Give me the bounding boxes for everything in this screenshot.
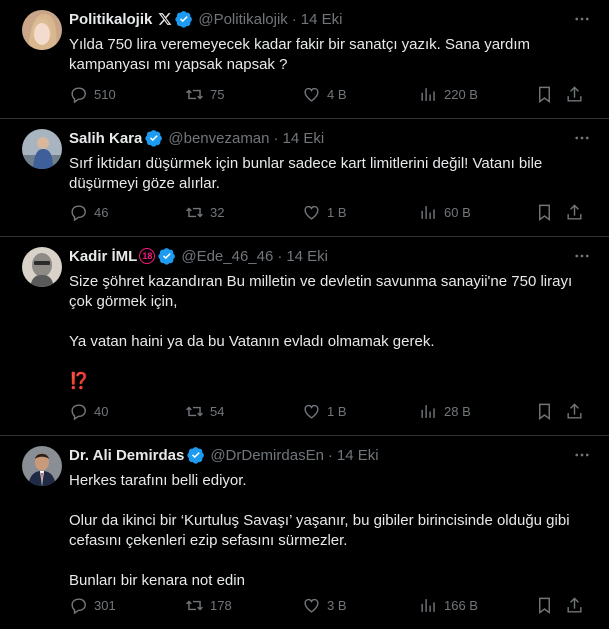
author-name[interactable]: Salih Kara: [69, 130, 142, 147]
like-icon: [304, 205, 319, 220]
views-icon: [421, 405, 435, 418]
reply-button[interactable]: 301: [69, 596, 116, 615]
like-icon: [304, 598, 319, 613]
tweet[interactable]: Dr. Ali Demirdas @DrDemirdasEn · 14 Eki …: [0, 436, 609, 629]
avatar[interactable]: [22, 247, 62, 287]
timestamp[interactable]: 14 Eki: [286, 248, 328, 265]
author-name[interactable]: Kadir İML: [69, 248, 137, 265]
tweet-actions: 40 54 1 B 28 B: [69, 402, 593, 422]
like-button[interactable]: 1 B: [302, 402, 347, 421]
tweet-text: Herkes tarafını belli ediyor. Olur da ik…: [69, 472, 570, 589]
verified-badge-icon: [158, 247, 176, 265]
more-icon[interactable]: [571, 127, 593, 149]
more-icon[interactable]: [571, 8, 593, 30]
bookmark-icon: [539, 403, 550, 421]
reply-button[interactable]: 46: [69, 203, 108, 222]
reply-icon: [71, 205, 86, 222]
reply-button[interactable]: 40: [69, 402, 108, 421]
views-button[interactable]: 166 B: [419, 596, 478, 615]
views-button[interactable]: 60 B: [419, 203, 471, 222]
repost-icon: [186, 600, 203, 611]
share-icon: [567, 403, 582, 419]
bookmark-button[interactable]: [535, 203, 560, 222]
like-button[interactable]: 1 B: [302, 203, 347, 222]
views-button[interactable]: 220 B: [419, 85, 478, 104]
tweet-text: Sırf İktidarı düşürmek için bunlar sadec…: [69, 155, 543, 192]
separator-dot: ·: [273, 129, 279, 147]
tweet[interactable]: Politikalojik @Politikalojik · 14 Eki Yı…: [0, 0, 609, 119]
share-icon: [567, 204, 582, 220]
bookmark-icon: [539, 86, 550, 104]
repost-button[interactable]: 54: [185, 402, 224, 421]
timestamp[interactable]: 14 Eki: [301, 11, 343, 28]
x-logo-icon: [155, 12, 172, 26]
repost-icon: [186, 207, 203, 218]
like-button[interactable]: 4 B: [302, 85, 347, 104]
share-icon: [567, 86, 582, 102]
verified-badge-icon: [187, 446, 205, 464]
tweet-actions: 510 75 4 B 220 B: [69, 85, 593, 105]
age-badge: 18: [139, 248, 156, 264]
repost-button[interactable]: 75: [185, 85, 224, 104]
like-button[interactable]: 3 B: [302, 596, 347, 615]
separator-dot: ·: [291, 10, 297, 28]
bookmark-icon: [539, 204, 550, 222]
views-icon: [421, 599, 435, 612]
tweet[interactable]: Salih Kara @benvezaman · 14 Eki Sırf İkt…: [0, 119, 609, 237]
share-button[interactable]: [565, 203, 590, 222]
views-icon: [421, 206, 435, 219]
repost-button[interactable]: 32: [185, 203, 224, 222]
reply-icon: [71, 87, 86, 104]
more-icon[interactable]: [571, 245, 593, 267]
tweet[interactable]: Kadir İML 18 @Ede_46_46 · 14 Eki Size şö…: [0, 237, 609, 436]
bookmark-button[interactable]: [535, 596, 560, 615]
repost-button[interactable]: 178: [185, 596, 232, 615]
author-handle[interactable]: @benvezaman: [168, 130, 269, 147]
author-handle[interactable]: @DrDemirdasEn: [210, 447, 324, 464]
repost-icon: [186, 406, 203, 417]
tweet-actions: 46 32 1 B 60 B: [69, 203, 593, 223]
interrobang-emoji: ⁉️: [69, 373, 89, 390]
bookmark-icon: [539, 597, 550, 615]
bookmark-button[interactable]: [535, 402, 560, 421]
more-icon[interactable]: [571, 444, 593, 466]
reply-icon: [71, 598, 86, 615]
timestamp[interactable]: 14 Eki: [283, 130, 325, 147]
share-button[interactable]: [565, 596, 590, 615]
share-button[interactable]: [565, 85, 590, 104]
tweet-text: Yılda 750 lira veremeyecek kadar fakir b…: [69, 36, 531, 73]
verified-badge-icon: [145, 129, 163, 147]
separator-dot: ·: [277, 247, 283, 265]
author-name[interactable]: Politikalojik: [69, 11, 152, 28]
verified-badge-icon: [175, 10, 193, 28]
reply-icon: [71, 404, 86, 421]
bookmark-button[interactable]: [535, 85, 560, 104]
author-handle[interactable]: @Politikalojik: [198, 11, 287, 28]
views-button[interactable]: 28 B: [419, 402, 471, 421]
avatar[interactable]: [22, 10, 62, 50]
author-name[interactable]: Dr. Ali Demirdas: [69, 447, 184, 464]
repost-icon: [186, 89, 203, 100]
share-icon: [567, 597, 582, 613]
reply-button[interactable]: 510: [69, 85, 116, 104]
like-icon: [304, 87, 319, 102]
separator-dot: ·: [327, 446, 333, 464]
views-icon: [421, 88, 435, 101]
tweet-actions: 301 178 3 B 166 B: [69, 596, 593, 616]
author-handle[interactable]: @Ede_46_46: [181, 248, 273, 265]
like-icon: [304, 404, 319, 419]
timestamp[interactable]: 14 Eki: [337, 447, 379, 464]
share-button[interactable]: [565, 402, 590, 421]
timeline: Politikalojik @Politikalojik · 14 Eki Yı…: [0, 0, 609, 629]
tweet-text: Size şöhret kazandıran Bu milletin ve de…: [69, 272, 593, 392]
avatar[interactable]: [22, 446, 62, 486]
avatar[interactable]: [22, 129, 62, 169]
